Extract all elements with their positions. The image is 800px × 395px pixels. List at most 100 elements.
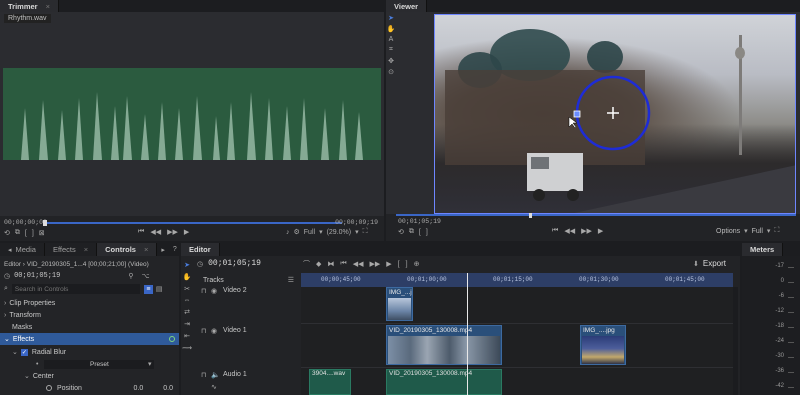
effects-status-icon[interactable] (169, 336, 175, 342)
chevron-down-icon[interactable]: ▾ (319, 228, 323, 236)
roll-tool-icon[interactable]: ⇤ (184, 332, 190, 340)
clip-audio-wav[interactable]: 3904....wav (309, 369, 351, 395)
tab-meters[interactable]: Meters (742, 243, 784, 256)
snap-icon[interactable]: ⌒ (303, 259, 310, 269)
clip-video-2[interactable]: IMG_...jpg (386, 287, 413, 321)
collapse-icon[interactable]: ◂ (8, 246, 12, 254)
effect-radial-blur[interactable]: ⌄ ✓ Radial Blur (0, 346, 179, 358)
clip-video-1-main[interactable]: VID_20190305_130008.mp4 (386, 325, 502, 365)
fullscreen-icon[interactable]: ⛶ (774, 227, 779, 235)
chevron-down-icon[interactable]: ▾ (355, 228, 359, 236)
fullscreen-icon[interactable]: ⛶ (363, 228, 368, 236)
next-edit-icon[interactable]: ▶▶ (369, 259, 380, 269)
section-effects[interactable]: ⌄ Effects (0, 333, 179, 345)
close-icon[interactable]: × (84, 245, 88, 254)
list-view-icon[interactable]: ≡ (143, 284, 153, 294)
position-y-value[interactable]: 0.0 (163, 385, 173, 392)
split-icon[interactable]: ⧉ (409, 228, 414, 236)
pin-tool-icon[interactable]: ⊙ (388, 68, 394, 76)
keyframe-icon[interactable]: ⌥ (141, 272, 149, 280)
timeline-ruler[interactable]: 00;00;45;00 00;01;00;00 00;01;15;00 00;01;3… (301, 273, 733, 287)
chevron-down-icon[interactable]: ▾ (767, 227, 771, 235)
clear-icon[interactable]: ⊠ (39, 229, 45, 237)
tab-effects[interactable]: Effects × (44, 243, 98, 256)
menu-icon[interactable]: ☰ (288, 276, 294, 284)
prev-edit-icon[interactable]: ◀◀ (353, 259, 364, 269)
in-point-icon[interactable]: [ (419, 228, 421, 236)
tab-viewer[interactable]: Viewer (386, 0, 428, 12)
section-clip-properties[interactable]: › Clip Properties (0, 297, 179, 309)
export-button[interactable]: ⬇ Export (693, 259, 726, 268)
out-point-icon[interactable]: ] (32, 229, 34, 237)
slide-tool-icon[interactable]: ⇄ (184, 308, 190, 316)
tab-controls[interactable]: Controls × (97, 243, 158, 256)
tab-editor[interactable]: Editor (181, 243, 220, 256)
marker-icon[interactable]: ◆ (316, 259, 321, 269)
search-input[interactable] (11, 284, 140, 294)
razor-tool-icon[interactable]: ✂ (184, 285, 190, 293)
clip-audio-video[interactable]: VID_20190305_130008.mp4 (386, 369, 502, 395)
trimmer-view-select[interactable]: Full (304, 229, 315, 236)
link-icon[interactable]: ⧓ (327, 259, 334, 269)
play-icon[interactable]: ▶ (598, 227, 603, 235)
expand-icon[interactable]: ▸ (161, 243, 165, 256)
lock-icon[interactable]: ⊓ (201, 327, 206, 335)
vertical-scrollbar[interactable] (733, 287, 738, 395)
preset-select[interactable]: Preset ▾ (44, 359, 155, 369)
grid-view-icon[interactable]: ▤ (156, 285, 163, 293)
chevron-down-icon[interactable]: ▾ (744, 227, 748, 235)
step-forward-icon[interactable]: ▶▶ (581, 227, 592, 235)
audio-icon[interactable]: ♪ (286, 229, 290, 236)
viewer-view-select[interactable]: Full (752, 228, 763, 235)
eye-icon[interactable]: ◉ (211, 327, 217, 335)
lock-icon[interactable]: ⊓ (201, 287, 206, 295)
split-icon[interactable]: ⧉ (15, 229, 20, 237)
select-tool-icon[interactable]: ➤ (388, 14, 394, 22)
eye-icon[interactable]: ◉ (211, 287, 217, 295)
ripple-tool-icon[interactable]: ⇥ (184, 320, 190, 328)
skip-start-icon[interactable]: ⏮ (340, 259, 346, 269)
close-icon[interactable]: × (46, 2, 50, 11)
hand-tool-icon[interactable]: ✋ (387, 25, 396, 33)
center-row[interactable]: ⌄ Center (0, 370, 179, 382)
pin-icon[interactable]: ⚲ (128, 272, 133, 280)
hand-tool-icon[interactable]: ✋ (183, 273, 192, 281)
trimmer-scrub-handle[interactable] (43, 220, 47, 226)
crop-tool-icon[interactable]: ⌗ (389, 46, 393, 54)
step-forward-icon[interactable]: ▶▶ (167, 228, 178, 236)
viewer-scrub-bar[interactable] (396, 214, 796, 216)
enable-checkbox[interactable]: ✓ (20, 348, 28, 356)
section-masks[interactable]: Masks (0, 321, 179, 333)
skip-start-icon[interactable]: ⏮ (552, 227, 558, 235)
clip-video-1-image[interactable]: IMG_....jpg (580, 325, 626, 365)
play-icon[interactable]: ▶ (184, 228, 189, 236)
viewer-options-button[interactable]: Options (716, 228, 740, 235)
select-tool-icon[interactable]: ➤ (184, 261, 190, 269)
video-preview[interactable] (434, 14, 796, 214)
section-transform[interactable]: › Transform (0, 309, 179, 321)
viewer-scrub-handle[interactable] (529, 213, 532, 218)
playhead[interactable] (467, 273, 468, 395)
zoom-icon[interactable]: ⊕ (414, 259, 420, 269)
trimmer-zoom-select[interactable]: (29.0%) (327, 229, 352, 236)
rate-tool-icon[interactable]: ⟿ (182, 344, 192, 352)
help-icon[interactable]: ? (173, 243, 177, 256)
position-x-value[interactable]: 0.0 (134, 385, 144, 392)
play-icon[interactable]: ▶ (386, 259, 391, 269)
move-tool-icon[interactable]: ✥ (388, 57, 394, 65)
timeline-lanes[interactable]: IMG_...jpg VID_20190305_130008.mp4 IMG_.… (301, 273, 733, 395)
speaker-icon[interactable]: 🔈 (211, 371, 220, 379)
settings-icon[interactable]: ⚙ (294, 228, 300, 236)
tab-trimmer[interactable]: Trimmer × (0, 0, 59, 12)
close-icon[interactable]: × (144, 245, 148, 254)
step-back-icon[interactable]: ◀◀ (564, 227, 575, 235)
waveform-icon[interactable]: ∿ (211, 383, 217, 391)
tab-media[interactable]: ◂ Media (0, 243, 45, 256)
in-point-icon[interactable]: [ (398, 259, 400, 269)
trimmer-scrub-bar[interactable] (44, 222, 342, 224)
out-point-icon[interactable]: ] (426, 228, 428, 236)
in-point-icon[interactable]: [ (25, 229, 27, 237)
step-back-icon[interactable]: ◀◀ (150, 228, 161, 236)
out-point-icon[interactable]: ] (406, 259, 408, 269)
lock-icon[interactable]: ⊓ (201, 371, 206, 379)
